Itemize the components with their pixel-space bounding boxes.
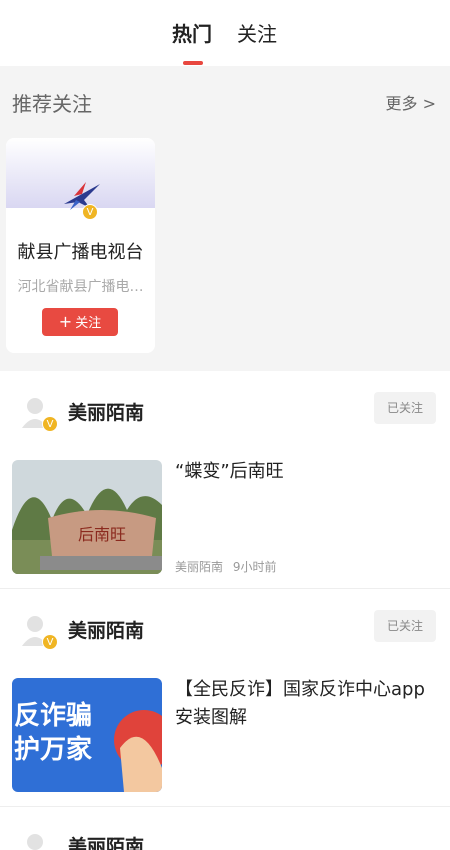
- feed-item[interactable]: 美丽陌南: [0, 808, 450, 850]
- stone-inscription: 后南旺: [78, 525, 126, 544]
- feed-header: V 美丽陌南 已关注: [0, 372, 450, 444]
- feed-header: V 美丽陌南 已关注: [0, 590, 450, 662]
- follow-label: 关注: [75, 316, 102, 331]
- tab-following[interactable]: 关注: [237, 18, 277, 47]
- card-name: 献县广播电视台: [17, 242, 144, 263]
- feed-item[interactable]: V 美丽陌南 已关注 后南旺 “蝶变”后南旺 美丽陌南 9小时前: [0, 372, 450, 588]
- user-name[interactable]: 美丽陌南: [68, 616, 144, 643]
- article-thumbnail[interactable]: 后南旺: [12, 460, 162, 574]
- card-description: 河北省献县广播电…: [17, 279, 144, 295]
- followed-button[interactable]: 已关注: [374, 392, 436, 424]
- divider: [0, 588, 450, 589]
- thumbnail-text-line2: 护万家: [14, 734, 92, 765]
- verified-badge-icon: V: [42, 416, 58, 432]
- feed-item[interactable]: V 美丽陌南 已关注 反诈骗 护万家 【全民反诈】国家反诈中心app安装图解: [0, 590, 450, 806]
- recommend-title: 推荐关注: [12, 92, 92, 116]
- tab-hot[interactable]: 热门: [172, 18, 212, 47]
- more-link[interactable]: 更多 >: [386, 90, 437, 114]
- article-time: 9小时前: [232, 560, 277, 574]
- followed-button[interactable]: 已关注: [374, 610, 436, 642]
- article-thumbnail[interactable]: 反诈骗 护万家: [12, 678, 162, 792]
- thumbnail-text-line1: 反诈骗: [14, 700, 92, 731]
- recommend-section: 推荐关注 更多 > V 献县广播电视台 河北省献县广播电… + 关注: [0, 66, 450, 371]
- verified-badge-icon: V: [82, 204, 98, 220]
- plus-icon: +: [58, 312, 73, 331]
- user-name[interactable]: 美丽陌南: [68, 832, 144, 850]
- top-tab-bar: 热门 关注: [0, 0, 450, 66]
- user-name[interactable]: 美丽陌南: [68, 398, 144, 425]
- recommend-card[interactable]: V 献县广播电视台 河北省献县广播电… + 关注: [6, 138, 155, 353]
- article-headline[interactable]: “蝶变”后南旺: [175, 458, 437, 486]
- article-headline[interactable]: 【全民反诈】国家反诈中心app安装图解: [175, 676, 437, 732]
- article-source: 美丽陌南: [175, 560, 224, 574]
- follow-button[interactable]: + 关注: [42, 308, 118, 336]
- divider: [0, 806, 450, 807]
- verified-badge-icon: V: [42, 634, 58, 650]
- active-tab-indicator: [183, 61, 203, 65]
- article-meta: 美丽陌南 9小时前: [175, 558, 276, 575]
- user-avatar-icon[interactable]: [20, 830, 50, 850]
